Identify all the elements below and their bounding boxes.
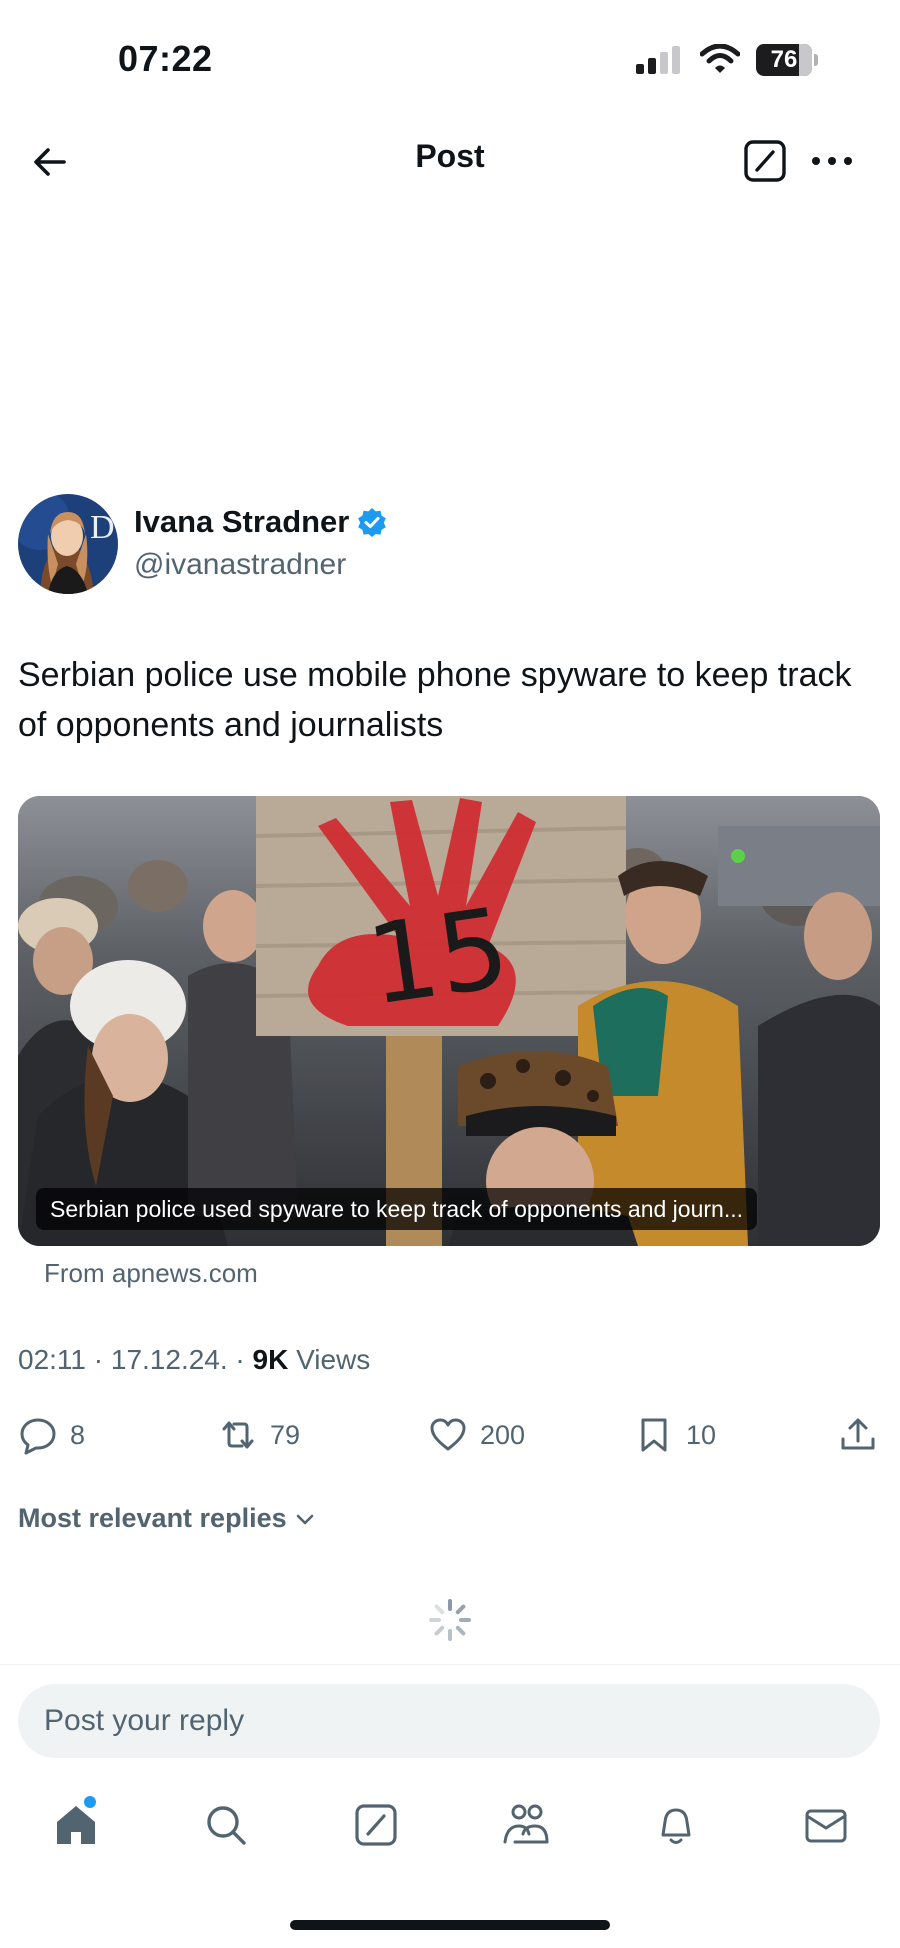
like-button[interactable]: 200 bbox=[428, 1410, 525, 1460]
divider bbox=[0, 1664, 900, 1665]
nav-communities[interactable] bbox=[496, 1790, 556, 1860]
grok-icon bbox=[744, 140, 786, 182]
nav-search[interactable] bbox=[196, 1790, 256, 1860]
nav-grok[interactable] bbox=[346, 1790, 406, 1860]
link-source[interactable]: From apnews.com bbox=[44, 1258, 258, 1289]
share-icon bbox=[841, 1418, 875, 1450]
signal-icon bbox=[636, 46, 680, 74]
search-icon bbox=[207, 1806, 246, 1845]
bottom-nav bbox=[0, 1790, 900, 1860]
status-time: 07:22 bbox=[118, 38, 213, 79]
status-bar: 07:22 76 bbox=[0, 0, 900, 120]
reply-input-placeholder: Post your reply bbox=[44, 1704, 245, 1737]
link-card[interactable]: 15 Serbian police used spyware to keep t… bbox=[18, 796, 880, 1246]
share-button[interactable] bbox=[838, 1410, 878, 1460]
header: Post bbox=[0, 120, 900, 200]
replies-sort-label: Most relevant replies bbox=[18, 1503, 287, 1533]
repost-count: 79 bbox=[270, 1419, 301, 1450]
more-horizontal-icon bbox=[812, 157, 852, 165]
grok-button[interactable] bbox=[742, 138, 788, 184]
reply-input[interactable]: Post your reply bbox=[18, 1684, 880, 1758]
views-count[interactable]: 9K bbox=[253, 1344, 289, 1375]
wifi-icon bbox=[700, 44, 740, 73]
grok-icon bbox=[355, 1804, 397, 1846]
svg-text:15: 15 bbox=[360, 883, 516, 1029]
loading-spinner-icon bbox=[429, 1599, 471, 1641]
replies-sort-dropdown[interactable]: Most relevant replies bbox=[18, 1503, 317, 1534]
author-handle[interactable]: @ivanastradner bbox=[134, 548, 346, 582]
article-image: 15 bbox=[18, 796, 880, 1246]
nav-notifications[interactable] bbox=[646, 1790, 706, 1860]
bookmark-button[interactable]: 10 bbox=[634, 1410, 716, 1460]
home-icon bbox=[57, 1806, 95, 1844]
post-meta: 02:11 · 17.12.24. · 9K Views bbox=[18, 1344, 370, 1376]
battery-icon: 76 bbox=[756, 44, 818, 76]
battery-level: 76 bbox=[770, 46, 798, 73]
verified-badge-icon bbox=[358, 508, 387, 537]
link-card-caption: Serbian police used spyware to keep trac… bbox=[36, 1188, 757, 1230]
author-name-row[interactable]: Ivana Stradner bbox=[134, 504, 387, 540]
repost-button[interactable]: 79 bbox=[218, 1410, 300, 1460]
communities-icon bbox=[503, 1804, 549, 1844]
chevron-down-icon bbox=[296, 1514, 313, 1524]
mail-icon bbox=[805, 1809, 847, 1843]
bookmark-count: 10 bbox=[686, 1419, 717, 1450]
home-indicator bbox=[290, 1920, 610, 1930]
reply-count: 8 bbox=[70, 1419, 86, 1450]
nav-messages[interactable] bbox=[796, 1790, 856, 1860]
heart-icon bbox=[430, 1418, 466, 1451]
avatar[interactable]: D bbox=[18, 494, 118, 594]
reply-button[interactable]: 8 bbox=[18, 1410, 85, 1460]
author-name[interactable]: Ivana Stradner bbox=[134, 504, 349, 540]
post-text: Serbian police use mobile phone spyware … bbox=[18, 656, 852, 744]
more-options-button[interactable] bbox=[806, 138, 858, 184]
bell-icon bbox=[661, 1808, 691, 1844]
avatar-image: D bbox=[18, 494, 118, 594]
reply-icon bbox=[20, 1418, 56, 1455]
views-label: Views bbox=[288, 1344, 371, 1375]
action-bar: 8 79 200 10 bbox=[0, 1410, 900, 1460]
like-count: 200 bbox=[480, 1419, 526, 1450]
bookmark-icon bbox=[641, 1418, 667, 1452]
notification-dot bbox=[84, 1796, 96, 1808]
repost-icon bbox=[222, 1421, 254, 1449]
nav-home[interactable] bbox=[46, 1790, 106, 1860]
post-timestamp: 02:11 · 17.12.24. · bbox=[18, 1344, 253, 1375]
svg-text:D: D bbox=[90, 509, 115, 546]
